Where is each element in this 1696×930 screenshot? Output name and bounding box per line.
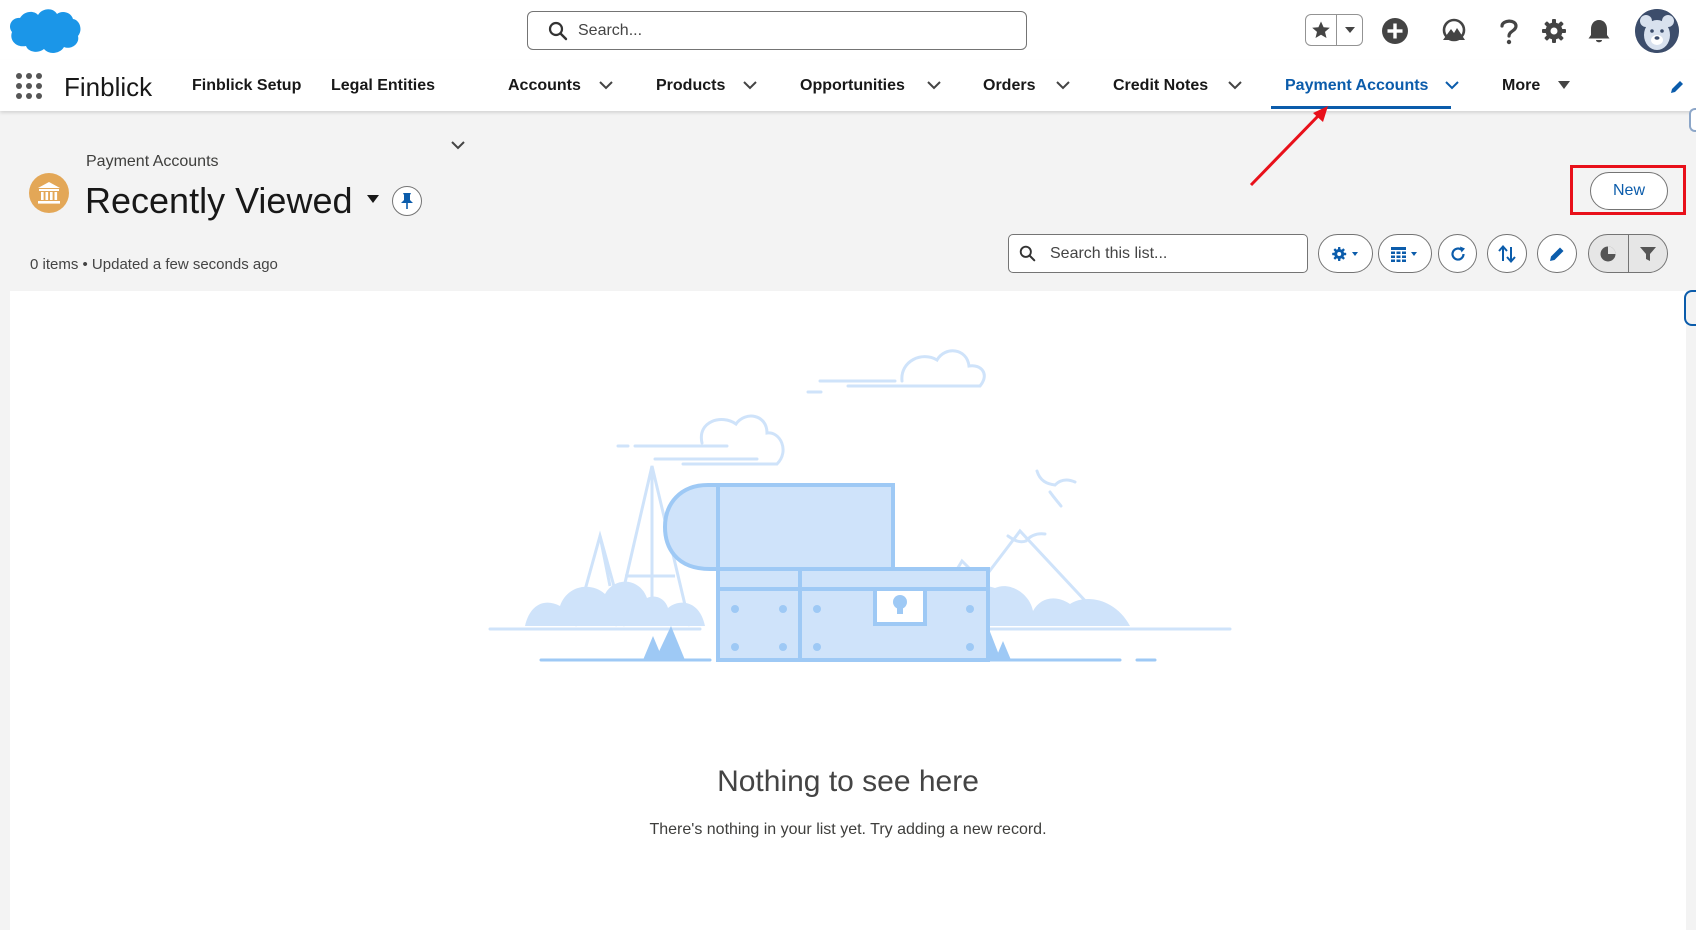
utility-panel-handle[interactable] xyxy=(1689,108,1696,132)
list-settings-gear-icon xyxy=(1331,246,1358,261)
notifications-bell-icon xyxy=(1588,20,1610,43)
list-status-text: 0 items • Updated a few seconds ago xyxy=(30,256,278,273)
chevron-down-icon[interactable] xyxy=(1226,76,1244,94)
sort-button[interactable] xyxy=(1487,234,1527,273)
favorites-star-icon xyxy=(1312,21,1330,38)
annotation-arrow xyxy=(1249,106,1328,187)
nav-item-label: More xyxy=(1502,76,1541,94)
empty-treasure-chest-illustration xyxy=(488,349,1232,662)
notifications-button[interactable] xyxy=(1584,16,1614,46)
caret-down-icon[interactable] xyxy=(1557,79,1571,91)
list-search-box[interactable] xyxy=(1008,234,1308,273)
favorites-button-group xyxy=(1305,14,1363,46)
nav-item-legal-entities[interactable]: Legal Entities xyxy=(331,60,435,111)
list-settings-button[interactable] xyxy=(1318,234,1373,273)
nav-item-label: Finblick Setup xyxy=(192,76,302,94)
edit-nav-icon[interactable] xyxy=(1668,78,1686,96)
nav-item-more[interactable]: More xyxy=(1502,60,1540,111)
setup-gear-icon xyxy=(1542,19,1566,43)
app-name: Finblick xyxy=(64,72,153,102)
chart-filter-button-group xyxy=(1588,234,1668,273)
refresh-icon xyxy=(1450,246,1465,261)
list-content-area: Nothing to see here There's nothing in y… xyxy=(10,291,1686,930)
global-search-box[interactable] xyxy=(527,11,1027,50)
utility-bar-toggle[interactable] xyxy=(1684,290,1696,326)
pin-list-view-button[interactable] xyxy=(392,186,422,216)
charts-icon xyxy=(1600,246,1616,261)
trailhead-guidance-button[interactable] xyxy=(1439,16,1469,46)
pin-icon xyxy=(401,193,413,209)
refresh-button[interactable] xyxy=(1438,234,1477,273)
display-as-button[interactable] xyxy=(1378,234,1432,273)
setup-button[interactable] xyxy=(1539,16,1569,46)
nav-item-label: Opportunities xyxy=(800,76,905,94)
empty-state-title: Nothing to see here xyxy=(717,765,979,798)
global-header xyxy=(0,0,1696,60)
global-search-input[interactable] xyxy=(578,21,1018,40)
favorites-menu-button[interactable] xyxy=(1337,15,1362,45)
list-view-selector[interactable]: Recently Viewed xyxy=(85,180,381,222)
add-icon xyxy=(1382,18,1408,44)
chevron-down-icon[interactable] xyxy=(1443,76,1461,94)
list-search-input[interactable] xyxy=(1050,244,1300,263)
charts-button[interactable] xyxy=(1589,235,1628,272)
nav-item-label: Products xyxy=(656,76,726,94)
object-breadcrumb: Payment Accounts xyxy=(86,153,219,170)
chevron-down-icon[interactable] xyxy=(1054,76,1072,94)
nav-item-label: Accounts xyxy=(508,76,581,94)
search-icon xyxy=(1019,245,1036,262)
salesforce-cloud-logo[interactable] xyxy=(8,6,82,56)
search-icon xyxy=(548,21,568,40)
nav-item-opportunities[interactable]: Opportunities xyxy=(800,60,905,111)
filter-icon xyxy=(1639,246,1656,261)
nav-item-label: Credit Notes xyxy=(1113,76,1209,94)
chevron-down-icon[interactable] xyxy=(925,76,943,94)
list-view-name: Recently Viewed xyxy=(85,180,353,221)
nav-item-products[interactable]: Products xyxy=(656,60,725,111)
nav-item-finblick-setup[interactable]: Finblick Setup xyxy=(192,60,301,111)
chevron-down-icon[interactable] xyxy=(741,76,759,94)
payment-accounts-object-icon xyxy=(29,173,69,213)
help-icon xyxy=(1500,19,1518,45)
nav-item-label: Payment Accounts xyxy=(1285,76,1429,94)
filter-button[interactable] xyxy=(1627,235,1668,272)
favorites-star-button[interactable] xyxy=(1306,15,1337,45)
edit-list-icon xyxy=(1550,247,1564,261)
caret-down-icon xyxy=(366,195,379,203)
trailhead-icon xyxy=(1442,18,1466,42)
chevron-down-icon xyxy=(1344,27,1355,33)
chevron-down-icon[interactable] xyxy=(597,76,615,94)
bank-building-icon xyxy=(38,182,60,204)
nav-item-label: Legal Entities xyxy=(331,76,436,94)
user-avatar-icon xyxy=(1635,9,1679,53)
app-navigation-bar: Finblick Finblick Setup Legal Entities A… xyxy=(0,60,1696,150)
user-avatar[interactable] xyxy=(1635,9,1679,53)
nav-item-credit-notes[interactable]: Credit Notes xyxy=(1113,60,1208,111)
global-actions-button[interactable] xyxy=(1380,16,1410,46)
sort-icon xyxy=(1498,244,1516,263)
nav-item-label: Orders xyxy=(983,76,1036,94)
nav-item-accounts[interactable]: Accounts xyxy=(508,60,581,111)
chevron-down-icon[interactable] xyxy=(449,136,467,154)
empty-state-message: There's nothing in your list yet. Try ad… xyxy=(649,821,1047,838)
edit-list-button[interactable] xyxy=(1537,234,1577,273)
app-launcher-icon[interactable] xyxy=(16,73,42,99)
display-as-table-icon xyxy=(1391,246,1417,262)
new-record-button[interactable]: New xyxy=(1590,172,1668,210)
nav-item-orders[interactable]: Orders xyxy=(983,60,1035,111)
help-button[interactable] xyxy=(1494,16,1524,46)
